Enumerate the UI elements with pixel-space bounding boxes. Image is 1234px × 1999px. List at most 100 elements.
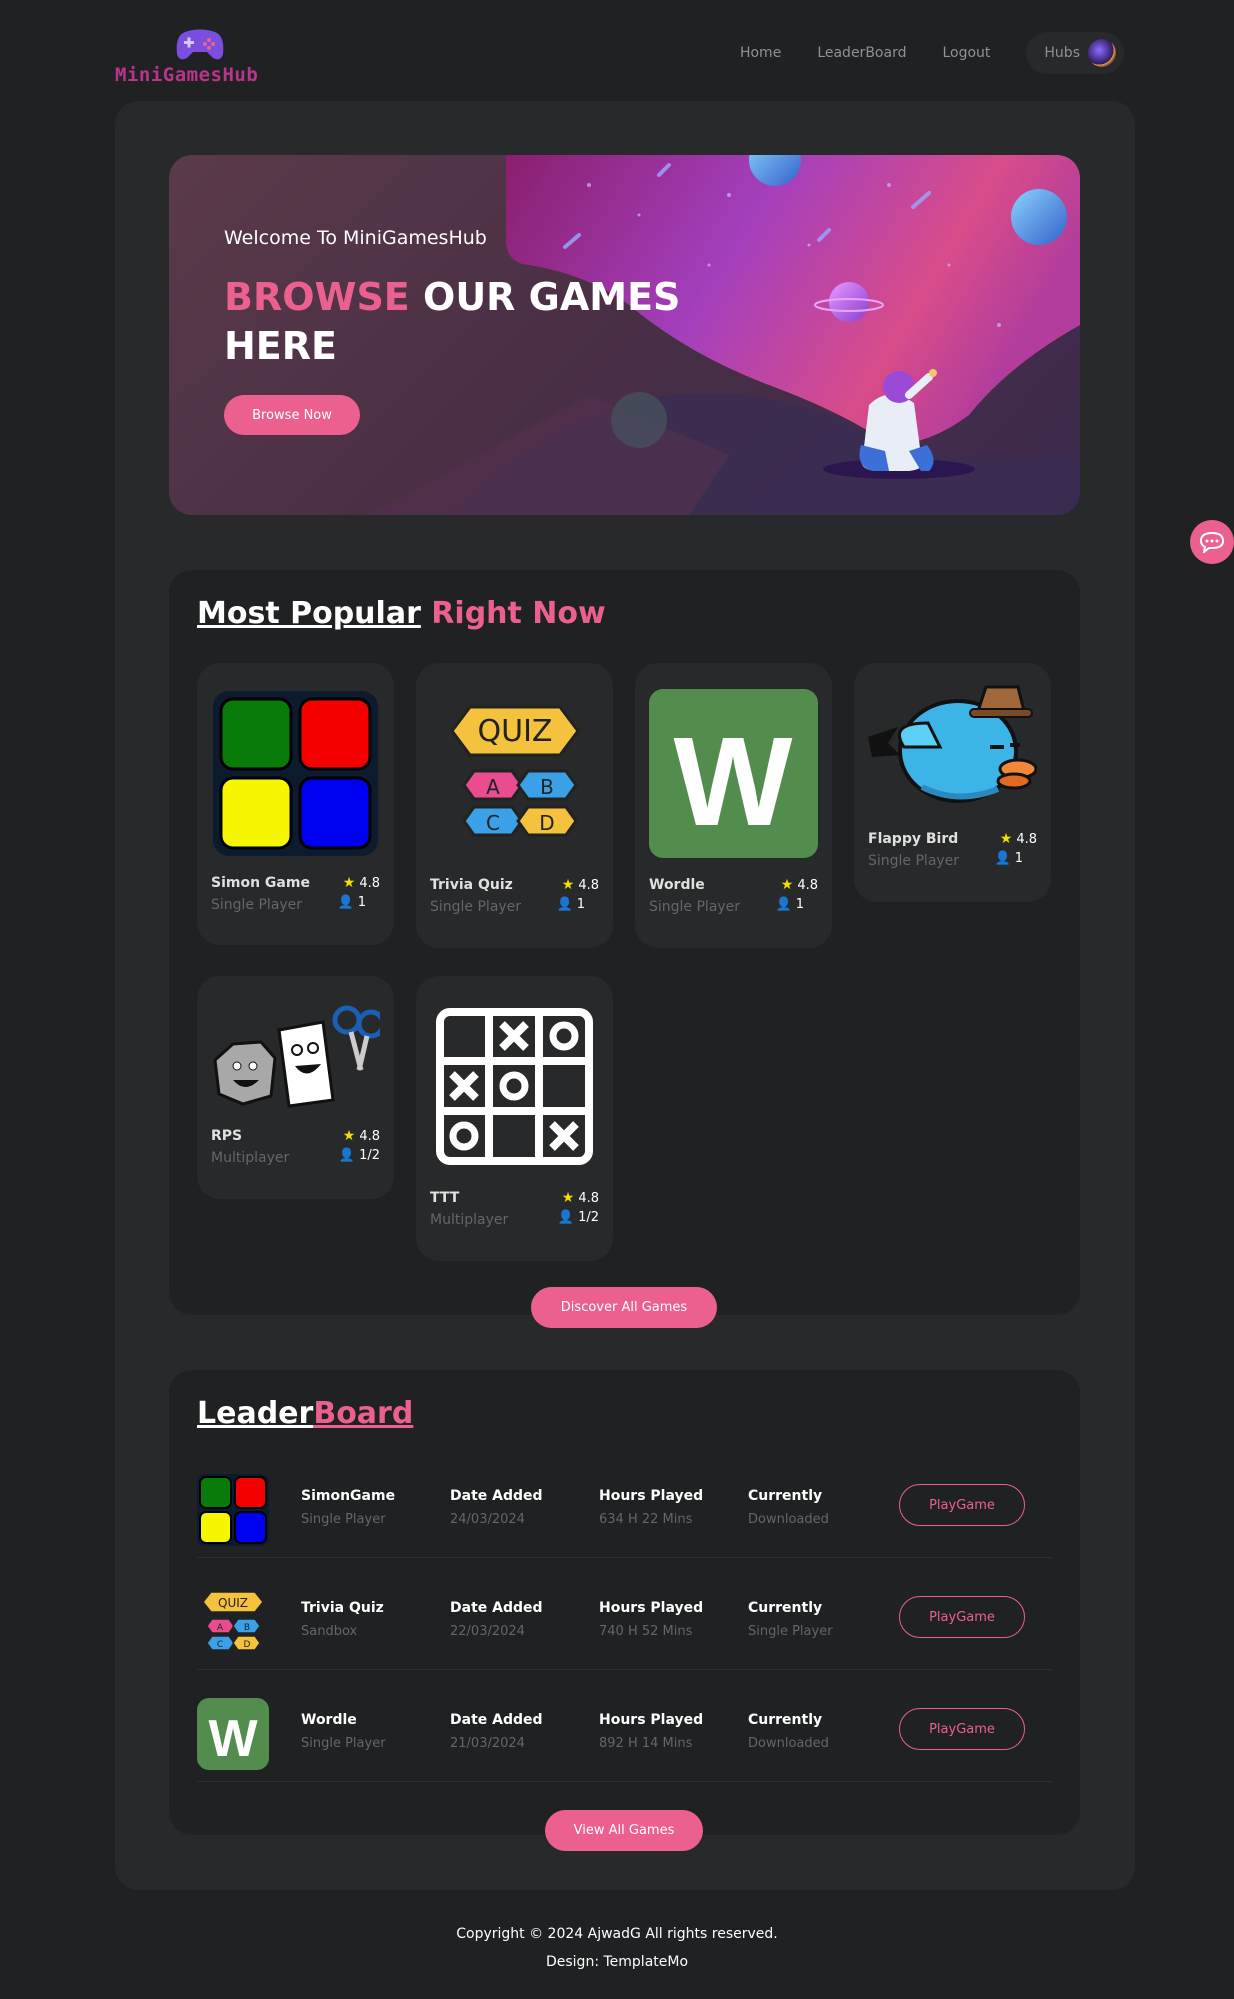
game-type: Multiplayer xyxy=(430,1212,509,1228)
most-popular-section: Most Popular Right Now Simon Game Single… xyxy=(169,570,1080,1315)
table-row: W Wordle Single Player Date Added 21/03/20… xyxy=(197,1670,1052,1782)
game-rating: ★ 4.8 xyxy=(1000,831,1037,847)
players-value: 1 xyxy=(1014,851,1023,866)
svg-text:D: D xyxy=(539,811,554,835)
section-title: Most Popular Right Now xyxy=(197,596,606,631)
discover-all-games-button[interactable]: Discover All Games xyxy=(531,1287,717,1328)
game-type: Single Player xyxy=(301,1512,386,1527)
play-game-button[interactable]: PlayGame xyxy=(899,1484,1025,1526)
players-value: 1/2 xyxy=(359,1148,380,1163)
svg-text:C: C xyxy=(486,811,500,835)
browse-now-button[interactable]: Browse Now xyxy=(224,395,360,435)
svg-text:C: C xyxy=(217,1640,223,1650)
game-card-ttt[interactable]: TTT Multiplayer ★ 4.8 👤 1/2 xyxy=(416,976,613,1261)
status-value: Downloaded xyxy=(748,1512,829,1527)
star-icon: ★ xyxy=(999,831,1013,847)
game-card-wordle[interactable]: W Wordle Single Player ★ 4.8 👤 1 xyxy=(635,663,832,948)
date-column: Date Added 22/03/2024 xyxy=(450,1600,543,1639)
hubs-label: Hubs xyxy=(1044,45,1080,61)
players-value: 1 xyxy=(795,897,804,912)
star-icon: ★ xyxy=(342,1128,356,1144)
game-players: 👤 1 xyxy=(995,851,1023,866)
site-header: MiniGamesHub Home LeaderBoard Logout Hub… xyxy=(0,0,1234,100)
game-name: TTT xyxy=(430,1190,460,1206)
game-name: Wordle xyxy=(649,877,705,893)
hours-column: Hours Played 740 H 52 Mins xyxy=(599,1600,703,1639)
banner-headline: BROWSE OUR GAMES HERE xyxy=(224,273,684,371)
welcome-text: Welcome To MiniGamesHub xyxy=(224,227,487,249)
simon-icon xyxy=(213,691,378,856)
players-value: 1/2 xyxy=(578,1210,599,1225)
svg-text:QUIZ: QUIZ xyxy=(478,714,553,749)
leaderboard-section: LeaderBoard SimonGame Single Player Date … xyxy=(169,1370,1080,1835)
game-card-trivia[interactable]: QUIZ A B C D Trivia Quiz Single Player ★… xyxy=(416,663,613,948)
game-players: 👤 1 xyxy=(338,895,366,910)
nav-logout[interactable]: Logout xyxy=(942,45,990,61)
hubs-profile-button[interactable]: Hubs xyxy=(1026,32,1124,74)
hours-header: Hours Played xyxy=(599,1488,704,1504)
status-header: Currently xyxy=(748,1488,823,1504)
site-logo[interactable]: MiniGamesHub xyxy=(115,28,285,86)
play-game-button[interactable]: PlayGame xyxy=(899,1708,1025,1750)
user-icon: 👤 xyxy=(994,851,1011,866)
status-header: Currently xyxy=(748,1600,823,1616)
rps-icon xyxy=(213,1005,380,1108)
game-name: Flappy Bird xyxy=(868,831,959,847)
game-type: Single Player xyxy=(868,853,960,869)
logo-text: MiniGamesHub xyxy=(115,64,259,86)
user-icon: 👤 xyxy=(338,1148,356,1163)
rating-value: 4.8 xyxy=(578,877,599,893)
view-all-games-button[interactable]: View All Games xyxy=(545,1810,703,1851)
chat-button[interactable] xyxy=(1190,520,1234,564)
wordle-icon: W xyxy=(197,1698,269,1770)
game-card-rps[interactable]: RPS Multiplayer ★ 4.8 👤 1/2 xyxy=(197,976,394,1199)
star-icon: ★ xyxy=(561,877,575,893)
site-footer: Copyright © 2024 AjwadG All rights reser… xyxy=(0,1920,1234,1976)
user-icon: 👤 xyxy=(557,1210,575,1225)
quiz-icon: QUIZ A B C D xyxy=(450,705,580,837)
game-type: Multiplayer xyxy=(211,1150,290,1166)
rating-value: 4.8 xyxy=(1016,831,1037,847)
headline-highlight: BROWSE xyxy=(224,275,410,319)
game-players: 👤 1 xyxy=(557,897,585,912)
game-rating: ★ 4.8 xyxy=(562,877,599,893)
game-name: Wordle xyxy=(301,1712,357,1728)
game-players: 👤 1/2 xyxy=(558,1210,599,1225)
hours-value: 740 H 52 Mins xyxy=(599,1624,693,1639)
status-value: Downloaded xyxy=(748,1736,829,1751)
rating-value: 4.8 xyxy=(578,1190,599,1206)
svg-text:B: B xyxy=(244,1623,250,1633)
date-header: Date Added xyxy=(450,1488,543,1504)
status-column: Currently Downloaded xyxy=(748,1712,829,1751)
game-name: SimonGame xyxy=(301,1488,396,1504)
nav-home[interactable]: Home xyxy=(740,45,781,61)
game-rating: ★ 4.8 xyxy=(562,1190,599,1206)
user-icon: 👤 xyxy=(775,897,792,912)
avatar xyxy=(1088,39,1116,67)
game-card-flappy-bird[interactable]: Flappy Bird Single Player ★ 4.8 👤 1 xyxy=(854,663,1051,902)
game-type: Sandbox xyxy=(301,1624,358,1639)
nav-leaderboard[interactable]: LeaderBoard xyxy=(817,45,906,61)
svg-text:A: A xyxy=(486,775,500,799)
hours-value: 634 H 22 Mins xyxy=(599,1512,693,1527)
svg-text:B: B xyxy=(540,775,554,799)
svg-text:QUIZ: QUIZ xyxy=(218,1596,248,1610)
table-row: SimonGame Single Player Date Added 24/03/2… xyxy=(197,1446,1052,1558)
status-column: Currently Single Player xyxy=(748,1600,833,1639)
game-card-simon[interactable]: Simon Game Single Player ★ 4.8 👤 1 xyxy=(197,663,394,945)
game-players: 👤 1 xyxy=(776,897,804,912)
simon-icon xyxy=(197,1474,269,1546)
section-title: LeaderBoard xyxy=(197,1396,413,1431)
play-game-button[interactable]: PlayGame xyxy=(899,1596,1025,1638)
hours-header: Hours Played xyxy=(599,1600,704,1616)
status-column: Currently Downloaded xyxy=(748,1488,829,1527)
rating-value: 4.8 xyxy=(359,1128,380,1144)
table-row: QUIZ A B C D Trivia Quiz Sandbox Date Add… xyxy=(197,1558,1052,1670)
rating-value: 4.8 xyxy=(359,875,380,891)
game-column: SimonGame Single Player xyxy=(301,1488,395,1527)
quiz-icon: QUIZ A B C D xyxy=(202,1591,264,1651)
game-column: Trivia Quiz Sandbox xyxy=(301,1600,384,1639)
game-name: Trivia Quiz xyxy=(301,1600,384,1616)
title-primary: Leader xyxy=(197,1396,314,1431)
hours-column: Hours Played 634 H 22 Mins xyxy=(599,1488,703,1527)
